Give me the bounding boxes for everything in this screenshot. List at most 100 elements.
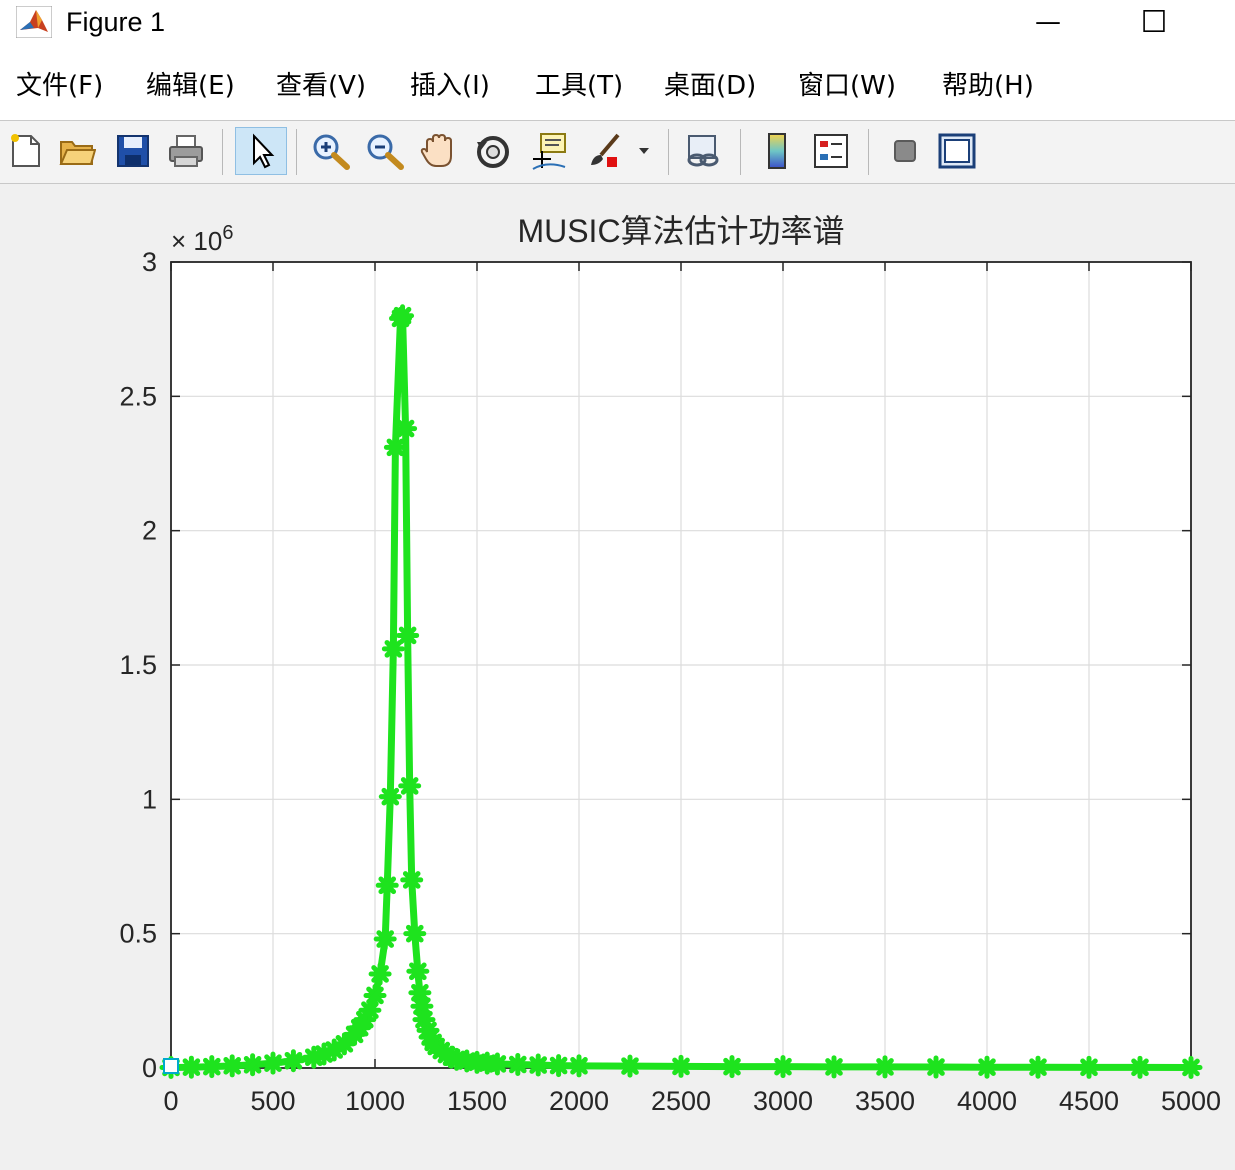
maximize-icon: ☐: [1140, 4, 1168, 40]
menu-desktop[interactable]: 桌面(D): [664, 68, 756, 104]
data-point-marker: [924, 1055, 948, 1079]
pan-button[interactable]: [416, 127, 462, 175]
x-tick-label: 1500: [447, 1086, 507, 1116]
data-point-marker: [771, 1055, 795, 1079]
y-tick-label: 0.5: [119, 919, 157, 949]
data-point-marker: [200, 1055, 224, 1079]
insert-colorbar-button[interactable]: [754, 127, 800, 175]
x-tick-label: 3000: [753, 1086, 813, 1116]
data-point-marker: [373, 927, 397, 951]
y-tick-label: 2: [142, 516, 157, 546]
link-plot-button[interactable]: [680, 127, 726, 175]
select-button[interactable]: [235, 127, 287, 175]
colorbar-icon: [768, 133, 786, 169]
matlab-logo-icon: [16, 6, 52, 38]
save-button[interactable]: [110, 127, 156, 175]
data-point-marker: [873, 1055, 897, 1079]
data-point-marker: [241, 1053, 265, 1077]
toolbar-separator: [740, 129, 741, 175]
y-tick-label: 1.5: [119, 650, 157, 680]
y-exponent-label: × 106: [171, 222, 233, 256]
chart-title: MUSIC算法估计功率谱: [517, 213, 844, 249]
data-point-marker: [179, 1055, 203, 1079]
new-figure-button[interactable]: [2, 127, 48, 175]
data-point-marker: [281, 1049, 305, 1073]
data-point-marker: [403, 922, 427, 946]
menu-window[interactable]: 窗口(W): [798, 68, 896, 104]
data-point-marker: [975, 1055, 999, 1079]
window-title: Figure 1: [66, 7, 166, 37]
data-point-marker: [547, 1054, 571, 1078]
hide-plot-tools-icon: [894, 140, 916, 162]
data-point-marker: [220, 1054, 244, 1078]
data-point-marker: [398, 774, 422, 798]
menu-tools[interactable]: 工具(T): [535, 68, 623, 104]
toolbar-separator: [296, 129, 297, 175]
menu-file[interactable]: 文件(F): [16, 68, 103, 104]
y-tick-label: 1: [142, 784, 157, 814]
rotate-3d-icon: [477, 136, 509, 168]
title-bar: Figure 1 — ☐: [0, 0, 1235, 48]
data-point-marker: [1128, 1055, 1152, 1079]
menu-insert[interactable]: 插入(I): [410, 68, 490, 104]
maximize-button[interactable]: ☐: [1124, 0, 1184, 44]
figure-toolbar: [0, 121, 1235, 184]
open-file-button[interactable]: [54, 127, 100, 175]
x-tick-label: 500: [250, 1086, 295, 1116]
menu-help[interactable]: 帮助(H): [942, 68, 1034, 104]
power-spectrum-chart[interactable]: 0 500 1000 1500 2000 2500 3000 3500 4000 4500 5000…: [0, 184, 1235, 1170]
toolbar-separator: [222, 129, 223, 175]
y-tick-label: 2.5: [119, 381, 157, 411]
data-cursor-icon: [532, 133, 566, 170]
hide-plot-tools-button[interactable]: [882, 127, 928, 175]
x-tick-label: 0: [163, 1086, 178, 1116]
link-plot-icon: [687, 135, 719, 167]
brush-icon: [591, 133, 620, 167]
minimize-button[interactable]: —: [1018, 0, 1078, 44]
print-icon: [169, 135, 203, 167]
data-point-marker: [363, 983, 387, 1007]
data-point-marker: [506, 1053, 530, 1077]
data-point-marker: [1077, 1055, 1101, 1079]
zoom-in-button[interactable]: [308, 127, 354, 175]
toolbar-separator: [668, 129, 669, 175]
rotate-3d-button[interactable]: [470, 127, 516, 175]
minimize-icon: —: [1035, 7, 1061, 37]
zoom-out-button[interactable]: [362, 127, 408, 175]
toolbar-separator: [868, 129, 869, 175]
data-point-marker: [720, 1055, 744, 1079]
origin-marker: [163, 1058, 179, 1074]
brush-dropdown-button[interactable]: [632, 127, 656, 175]
data-point-marker: [261, 1051, 285, 1075]
figure-canvas[interactable]: 0 500 1000 1500 2000 2500 3000 3500 4000 4500 5000…: [0, 184, 1235, 1170]
data-point-marker: [1026, 1055, 1050, 1079]
new-figure-icon: [11, 134, 40, 167]
data-point-marker: [822, 1055, 846, 1079]
data-point-marker: [526, 1053, 550, 1077]
x-tick-label: 2000: [549, 1086, 609, 1116]
zoom-in-icon: [313, 134, 350, 170]
x-tick-label: 2500: [651, 1086, 711, 1116]
menu-edit[interactable]: 编辑(E): [146, 68, 235, 104]
data-point-marker: [375, 873, 399, 897]
open-file-icon: [59, 141, 96, 165]
data-cursor-button[interactable]: [526, 127, 572, 175]
show-plot-tools-button[interactable]: [934, 127, 980, 175]
print-button[interactable]: [163, 127, 209, 175]
x-tick-label: 4500: [1059, 1086, 1119, 1116]
brush-button[interactable]: [582, 127, 628, 175]
data-point-marker: [567, 1054, 591, 1078]
save-icon: [117, 135, 149, 167]
data-point-marker: [383, 435, 407, 459]
insert-legend-button[interactable]: [808, 127, 854, 175]
y-tick-label: 0: [142, 1053, 157, 1083]
x-tick-label: 1000: [345, 1086, 405, 1116]
data-point-marker: [618, 1054, 642, 1078]
chevron-down-icon: [639, 148, 649, 154]
data-point-marker: [406, 959, 430, 983]
data-point-marker: [396, 623, 420, 647]
menu-view[interactable]: 查看(V): [276, 68, 366, 104]
data-point-marker: [394, 417, 418, 441]
pan-hand-icon: [420, 133, 452, 167]
legend-icon: [814, 134, 848, 168]
